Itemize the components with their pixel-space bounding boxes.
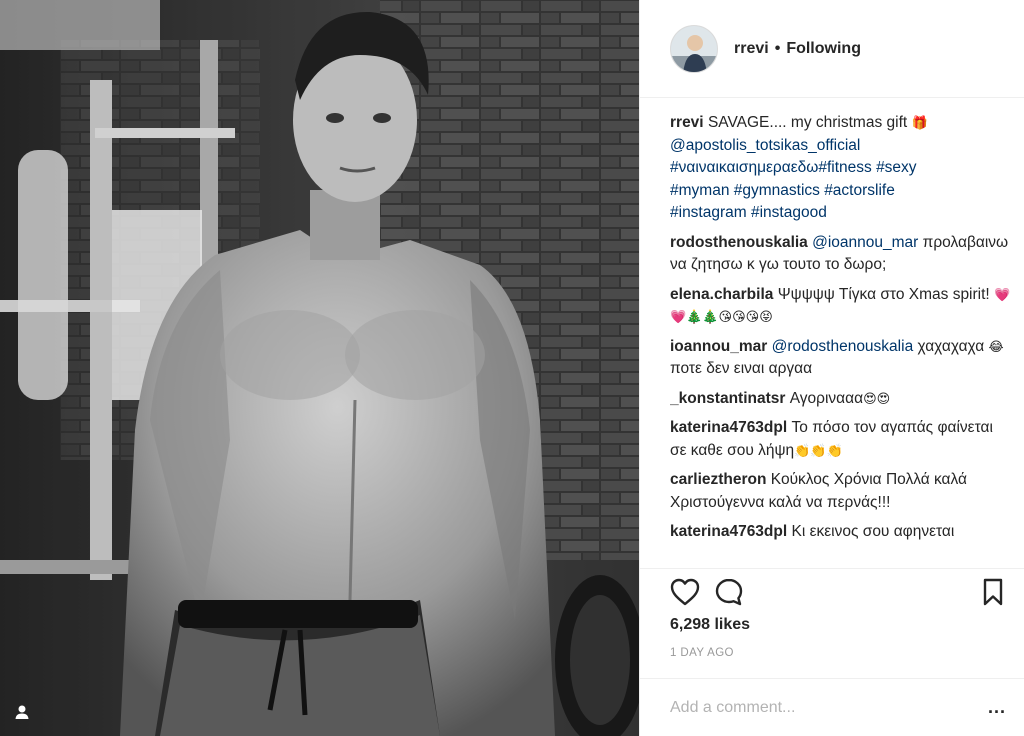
caption-hashtags-2[interactable]: #myman #gymnastics #actorslife [670, 182, 895, 199]
post-timestamp[interactable]: 1 DAY AGO [670, 647, 734, 659]
header-separator: • [774, 39, 781, 57]
comment-username[interactable]: rodosthenouskalia [670, 234, 808, 251]
more-options-button[interactable]: ... [988, 697, 1006, 718]
following-button[interactable]: Following [786, 40, 861, 58]
add-comment-bar: ... [640, 678, 1024, 736]
comment-username[interactable]: _konstantinatsr [670, 390, 785, 407]
comment-mention[interactable]: @ioannou_mar [812, 234, 918, 251]
likes-count[interactable]: 6,298 likes [670, 616, 750, 634]
comment-text: Αγορινααα [789, 389, 864, 407]
list-item: katerina4763dpl Το πόσο τον αγαπάς φαίνε… [670, 417, 1012, 462]
comment-text: χαχαχαχα [917, 337, 985, 355]
caption-hashtags-1[interactable]: #ναιναικαισημεραεδω#fitness #sexy [670, 159, 917, 176]
list-item: _konstantinatsr Αγορινααα😍😍 [670, 388, 1012, 411]
comment-text-2: ποτε δεν ειναι αργαα [670, 360, 813, 377]
caption-mention[interactable]: @apostolis_totsikas_official [670, 137, 860, 154]
post-photo-image [0, 0, 639, 736]
instagram-post-view: rrevi • Following rrevi SAVAGE.... my ch… [0, 0, 1024, 736]
post-side-panel: rrevi • Following rrevi SAVAGE.... my ch… [639, 0, 1024, 736]
comment-username[interactable]: elena.charbila [670, 286, 773, 303]
action-bar [640, 568, 1024, 608]
header-user-block: rrevi • Following [734, 40, 861, 58]
comment-emoji: 😍😍 [863, 390, 891, 406]
comment-username[interactable]: katerina4763dpl [670, 523, 787, 540]
avatar[interactable] [670, 24, 718, 73]
caption: rrevi SAVAGE.... my christmas gift 🎁 @ap… [670, 112, 1012, 225]
comment-mention[interactable]: @rodosthenouskalia [772, 338, 914, 355]
caption-hashtags-3[interactable]: #instagram #instagood [670, 204, 827, 221]
bookmark-icon[interactable] [976, 575, 1010, 609]
comment-text: Ψψψψψ Τίγκα στο Χmas spirit! [777, 285, 990, 303]
caption-text: SAVAGE.... my christmas gift [707, 114, 908, 131]
heart-icon[interactable] [668, 575, 702, 609]
comment-emoji: 😂 [988, 338, 1004, 354]
list-item: carlieztheron Κούκλος Χρόνια Πολλά καλά … [670, 469, 1012, 514]
comment-username[interactable]: carlieztheron [670, 471, 766, 488]
post-header: rrevi • Following [640, 0, 1024, 98]
list-item: ioannou_mar @rodosthenouskalia χαχαχαχα … [670, 336, 1012, 381]
header-username[interactable]: rrevi [734, 40, 769, 58]
post-photo[interactable] [0, 0, 639, 736]
comment-input[interactable] [670, 698, 988, 717]
comment-text: Κι εκεινος σου αφηνεται [791, 523, 955, 540]
list-item: rodosthenouskalia @ioannou_mar προλαβαιν… [670, 232, 1012, 277]
comment-username[interactable]: ioannou_mar [670, 338, 767, 355]
comment-bubble-icon[interactable] [712, 575, 746, 609]
caption-emoji: 🎁 [911, 115, 928, 130]
caption-username[interactable]: rrevi [670, 114, 704, 131]
list-item: katerina4763dpl Κι εκεινος σου αφηνεται [670, 521, 1012, 544]
comment-username[interactable]: katerina4763dpl [670, 419, 787, 436]
list-item: elena.charbila Ψψψψψ Τίγκα στο Χmas spir… [670, 284, 1012, 329]
user-tag-icon[interactable] [8, 698, 36, 726]
comments-list[interactable]: rrevi SAVAGE.... my christmas gift 🎁 @ap… [670, 112, 1012, 564]
comment-emoji: 👏👏👏 [794, 442, 843, 458]
